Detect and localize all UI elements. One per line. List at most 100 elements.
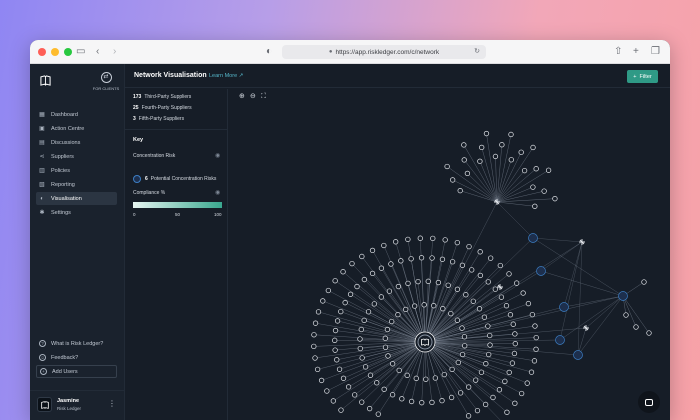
- supplier-node[interactable]: [378, 294, 384, 300]
- supplier-node[interactable]: [454, 317, 461, 323]
- supplier-node[interactable]: [318, 377, 325, 384]
- supplier-node[interactable]: [429, 399, 435, 406]
- concentration-risk-node[interactable]: [559, 302, 569, 312]
- supplier-node[interactable]: [389, 361, 396, 367]
- supplier-node[interactable]: [359, 355, 365, 361]
- reload-icon[interactable]: ↻: [474, 47, 480, 55]
- supplier-node[interactable]: [367, 372, 374, 378]
- supplier-node[interactable]: [470, 298, 476, 304]
- supplier-node[interactable]: [340, 269, 346, 275]
- supplier-node[interactable]: [461, 157, 467, 163]
- supplier-node[interactable]: [490, 394, 496, 401]
- supplier-node[interactable]: [466, 384, 472, 390]
- sidebar-toggle-icon[interactable]: ▭: [76, 46, 85, 58]
- supplier-node[interactable]: [506, 369, 512, 376]
- supplier-node[interactable]: [521, 167, 528, 174]
- supplier-node[interactable]: [384, 326, 391, 333]
- supplier-node[interactable]: [457, 188, 463, 194]
- supplier-node[interactable]: [374, 380, 380, 386]
- supplier-node[interactable]: [366, 405, 373, 412]
- supplier-node[interactable]: [405, 236, 411, 243]
- supplier-node[interactable]: [633, 324, 639, 330]
- supplier-node[interactable]: [358, 326, 364, 333]
- supplier-node[interactable]: [531, 358, 538, 364]
- sidebar-item-policies[interactable]: ▥ Policies: [36, 164, 117, 177]
- supplier-node[interactable]: [463, 292, 469, 298]
- concentration-risk-node[interactable]: [555, 335, 565, 345]
- concentration-risk-node[interactable]: [536, 266, 546, 276]
- supplier-node[interactable]: [482, 401, 489, 408]
- supplier-node[interactable]: [332, 327, 339, 334]
- supplier-node[interactable]: [389, 392, 396, 398]
- network-graph[interactable]: [229, 89, 670, 420]
- chat-button[interactable]: [638, 391, 660, 413]
- supplier-node[interactable]: [389, 318, 395, 325]
- supplier-node[interactable]: [507, 312, 514, 318]
- fit-to-screen-icon[interactable]: ⛶: [261, 93, 266, 101]
- supplier-node[interactable]: [432, 375, 439, 381]
- supplier-node[interactable]: [332, 278, 338, 284]
- sidebar-item-discussions[interactable]: ▤ Discussions: [36, 136, 117, 149]
- supplier-node[interactable]: [545, 167, 552, 173]
- supplier-node[interactable]: [369, 270, 376, 277]
- supplier-node[interactable]: [347, 291, 354, 297]
- minimize-window-button[interactable]: [51, 47, 59, 56]
- eye-icon[interactable]: ◉: [215, 189, 220, 196]
- supplier-node[interactable]: [430, 235, 436, 242]
- supplier-node[interactable]: [502, 378, 508, 384]
- supplier-node[interactable]: [345, 384, 352, 390]
- supplier-node[interactable]: [361, 317, 367, 324]
- supplier-node[interactable]: [512, 341, 518, 347]
- supplier-node[interactable]: [357, 336, 363, 342]
- supplier-node[interactable]: [486, 351, 492, 358]
- supplier-node[interactable]: [340, 375, 347, 381]
- supplier-node[interactable]: [395, 311, 401, 318]
- supplier-node[interactable]: [477, 249, 483, 255]
- eye-icon[interactable]: ◉: [215, 152, 220, 159]
- learn-more-link[interactable]: Learn More ↗: [209, 73, 243, 79]
- supplier-node[interactable]: [518, 149, 524, 155]
- supplier-node[interactable]: [419, 400, 425, 406]
- supplier-node[interactable]: [476, 306, 483, 312]
- supplier-node[interactable]: [315, 309, 322, 315]
- supplier-node[interactable]: [524, 380, 530, 386]
- concentration-risk-node[interactable]: [528, 233, 538, 243]
- sidebar-link-what-is-risk-ledger[interactable]: ? What is Risk Ledger?: [36, 337, 117, 350]
- supplier-node[interactable]: [325, 287, 331, 294]
- supplier-node[interactable]: [466, 243, 472, 250]
- supplier-node[interactable]: [552, 196, 558, 202]
- supplier-node[interactable]: [519, 390, 525, 397]
- supplier-node[interactable]: [541, 188, 547, 194]
- supplier-node[interactable]: [483, 360, 489, 367]
- supplier-node[interactable]: [382, 344, 389, 350]
- supplier-node[interactable]: [512, 400, 518, 406]
- supplier-node[interactable]: [444, 163, 450, 170]
- shield-icon[interactable]: ◐: [266, 46, 272, 58]
- supplier-node[interactable]: [533, 346, 539, 352]
- supplier-node[interactable]: [415, 278, 421, 285]
- client-switch[interactable]: ⇄ FOR CLIENTS: [91, 72, 121, 91]
- supplier-node[interactable]: [342, 300, 348, 306]
- address-bar[interactable]: ● https://app.riskledger.com/c/network ↻: [282, 45, 486, 59]
- sidebar-item-dashboard[interactable]: ▦ Dashboard: [36, 108, 117, 121]
- filter-button[interactable]: + Filter: [627, 70, 658, 83]
- supplier-node[interactable]: [478, 369, 485, 375]
- sidebar-link-feedback[interactable]: ☺ Feedback?: [36, 351, 117, 364]
- new-tab-icon[interactable]: +: [633, 46, 639, 58]
- supplier-node[interactable]: [359, 399, 365, 405]
- supplier-node[interactable]: [477, 158, 483, 164]
- supplier-node[interactable]: [349, 260, 355, 267]
- supplier-node[interactable]: [336, 366, 343, 372]
- supplier-node[interactable]: [528, 369, 535, 375]
- supplier-node[interactable]: [479, 144, 485, 151]
- supplier-node[interactable]: [448, 310, 454, 317]
- supplier-node[interactable]: [474, 407, 481, 414]
- supplier-node[interactable]: [429, 255, 435, 261]
- supplier-node[interactable]: [396, 367, 402, 374]
- zoom-out-icon[interactable]: ⊖: [250, 93, 256, 101]
- forward-icon[interactable]: ›: [113, 46, 116, 58]
- fourth-party-node[interactable]: [579, 239, 585, 245]
- share-icon[interactable]: ⇧: [614, 46, 622, 58]
- supplier-node[interactable]: [375, 411, 381, 417]
- supplier-node[interactable]: [525, 300, 532, 307]
